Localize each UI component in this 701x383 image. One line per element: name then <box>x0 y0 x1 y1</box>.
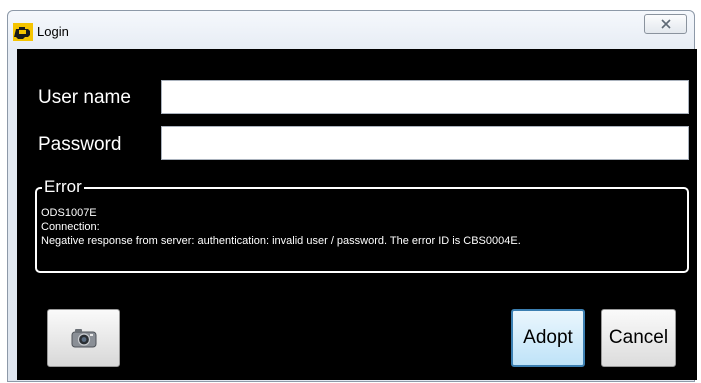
username-label: User name <box>38 87 131 108</box>
screenshot-button[interactable] <box>47 309 120 367</box>
camera-icon <box>71 329 96 348</box>
password-input[interactable] <box>161 126 689 160</box>
error-detail: Negative response from server: authentic… <box>41 235 521 247</box>
username-input[interactable] <box>161 80 689 114</box>
error-connection: Connection: <box>41 221 100 233</box>
dialog-content: User name Password Error ODS1007E Connec… <box>17 49 697 380</box>
adopt-button[interactable]: Adopt <box>511 309 585 367</box>
error-message: ODS1007E Connection: Negative response f… <box>41 206 521 248</box>
window-title: Login <box>37 24 69 39</box>
login-dialog: Login User name Password Error ODS1007E … <box>7 10 697 382</box>
engine-warning-icon <box>13 23 33 41</box>
password-label: Password <box>38 134 122 155</box>
close-button[interactable] <box>644 14 687 34</box>
cancel-button[interactable]: Cancel <box>601 309 676 367</box>
error-group: Error ODS1007E Connection: Negative resp… <box>35 178 689 273</box>
title-bar[interactable]: Login <box>8 11 694 45</box>
close-icon <box>660 19 671 29</box>
error-title: Error <box>42 177 84 196</box>
error-code: ODS1007E <box>41 207 97 219</box>
